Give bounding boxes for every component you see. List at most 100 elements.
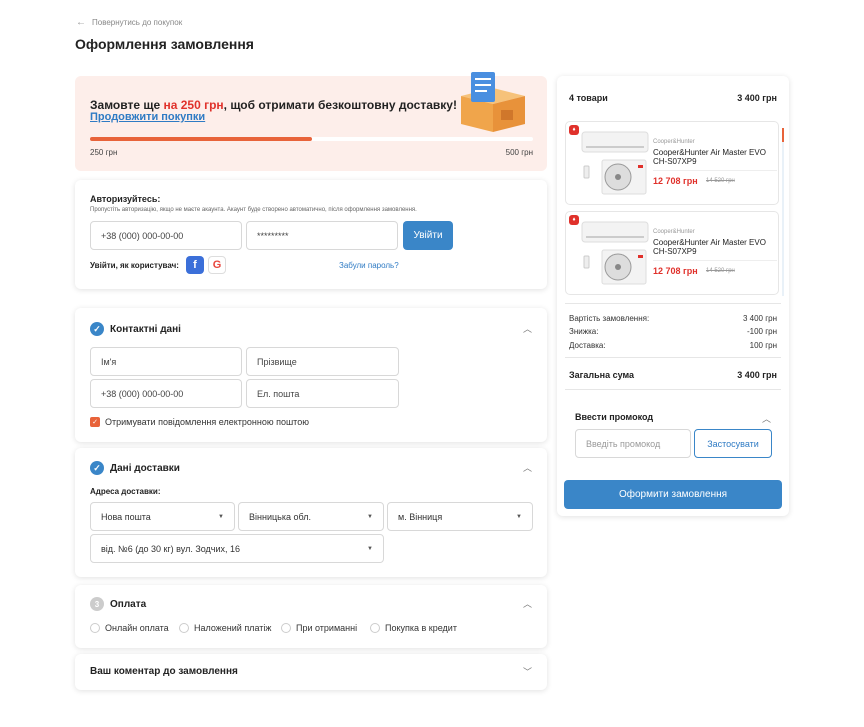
product-brand: Cooper&Hunter — [653, 229, 695, 235]
delivery-progress-bar — [90, 137, 533, 141]
promo-title: Ввести промокод — [575, 412, 654, 422]
phone-input[interactable]: +38 (000) 000-00-00 — [90, 221, 242, 250]
back-label: Повернутись до покупок — [92, 18, 183, 27]
payment-option-label: Наложений платіж — [194, 623, 272, 633]
payment-option-credit[interactable]: Покупка в кредит — [370, 623, 457, 633]
contacts-header[interactable]: ✓ Контактні дані — [90, 322, 181, 336]
progress-fill — [90, 137, 312, 141]
air-conditioner-image — [581, 131, 649, 195]
order-summary: 4 товари 3 400 грн ♦ Cooper&Hunter Coope… — [557, 76, 789, 516]
divider — [565, 357, 781, 358]
radio-icon — [281, 623, 291, 633]
payment-section: 3 Оплата ︿ Онлайн оплата Наложений платі… — [75, 585, 547, 648]
city-value: м. Вінниця — [398, 511, 443, 522]
msg-prefix: Замовте ще — [90, 98, 164, 112]
carrier-select[interactable]: Нова пошта ▼ — [90, 502, 235, 531]
back-to-shopping-link[interactable]: ← Повернутись до покупок — [76, 17, 182, 28]
payment-header[interactable]: 3 Оплата — [90, 597, 146, 611]
dropdown-arrow-icon: ▼ — [218, 513, 224, 520]
city-select[interactable]: м. Вінниця ▼ — [387, 502, 533, 531]
product-name[interactable]: Cooper&Hunter Air Master EVO CH-S07XP9 — [653, 148, 775, 166]
order-cost-value: 3 400 грн — [742, 314, 777, 323]
auth-subtitle: Пропустіть авторизацію, якщо не маєте ак… — [90, 207, 417, 213]
product-card[interactable]: ♦ Cooper&Hunter Cooper&Hunter Air Master… — [565, 121, 779, 205]
product-name[interactable]: Cooper&Hunter Air Master EVO CH-S07XP9 — [653, 238, 775, 256]
products-scrollbar[interactable] — [782, 128, 784, 296]
region-select[interactable]: Вінницька обл. ▼ — [238, 502, 384, 531]
shipping-label: Доставка: — [569, 341, 606, 350]
facebook-icon[interactable]: f — [186, 256, 204, 274]
comment-section[interactable]: Ваш коментар до замовлення ﹀ — [75, 654, 547, 690]
google-icon[interactable]: G — [208, 256, 226, 274]
payment-option-label: Покупка в кредит — [385, 623, 457, 633]
scrollbar-thumb[interactable] — [782, 128, 784, 142]
radio-icon — [90, 623, 100, 633]
last-name-field[interactable]: Прізвище — [246, 347, 399, 376]
page-title: Оформлення замовлення — [75, 36, 254, 52]
contacts-section: ✓ Контактні дані ︿ Ім'я Прізвище +38 (00… — [75, 308, 547, 442]
newsletter-checkbox[interactable]: ✓ Отримувати повідомлення електронною по… — [90, 417, 309, 427]
checkbox-checked-icon: ✓ — [90, 417, 100, 427]
region-value: Вінницька обл. — [249, 511, 311, 522]
discount-value: -100 грн — [746, 327, 777, 336]
delivery-section: ✓ Дані доставки ︿ Адреса доставки: Нова … — [75, 448, 547, 577]
arrow-left-icon: ← — [76, 17, 86, 28]
radio-icon — [370, 623, 380, 633]
first-name-field[interactable]: Ім'я — [90, 347, 242, 376]
items-count: 4 товари — [569, 93, 608, 103]
login-as-label: Увійти, як користувач: — [90, 261, 179, 270]
items-total: 3 400 грн — [737, 93, 777, 103]
product-price: 12 708 грн — [653, 176, 698, 186]
payment-option-on-receipt[interactable]: При отриманні — [281, 623, 357, 633]
dropdown-arrow-icon: ▼ — [367, 545, 373, 552]
comment-title: Ваш коментар до замовлення — [90, 666, 238, 677]
product-brand: Cooper&Hunter — [653, 139, 695, 145]
chevron-up-icon[interactable]: ︿ — [523, 322, 532, 335]
payment-option-online[interactable]: Онлайн оплата — [90, 623, 169, 633]
grand-total-label: Загальна сума — [569, 370, 635, 380]
address-label: Адреса доставки: — [90, 487, 161, 496]
payment-option-label: При отриманні — [296, 623, 358, 633]
check-circle-icon: ✓ — [90, 322, 104, 336]
gift-icon: ♦ — [569, 125, 579, 135]
order-cost-row: Вартість замовлення: 3 400 грн — [569, 314, 777, 323]
chevron-up-icon[interactable]: ︿ — [523, 461, 532, 474]
delivery-title: Дані доставки — [110, 462, 180, 474]
carrier-value: Нова пошта — [101, 511, 151, 522]
continue-shopping-link[interactable]: Продовжити покупки — [90, 111, 205, 123]
chevron-up-icon[interactable]: ︿ — [762, 412, 771, 425]
auth-card: Авторизуйтесь: Пропустіть авторизацію, я… — [75, 180, 547, 289]
place-order-button[interactable]: Оформити замовлення — [564, 480, 782, 509]
grand-total-value: 3 400 грн — [737, 370, 777, 380]
newsletter-label: Отримувати повідомлення електронною пошт… — [105, 417, 309, 427]
apply-promo-button[interactable]: Застосувати — [694, 429, 772, 458]
branch-value: від. №6 (до 30 кг) вул. Зодчих, 16 — [101, 543, 241, 554]
free-delivery-message: Замовте ще на 250 грн, щоб отримати безк… — [90, 98, 457, 112]
discount-row: Знижка: -100 грн — [569, 327, 777, 336]
step-number-badge: 3 — [90, 597, 104, 611]
chevron-up-icon[interactable]: ︿ — [523, 597, 532, 610]
email-field[interactable]: Ел. пошта — [246, 379, 399, 408]
shipping-row: Доставка: 100 грн — [569, 341, 777, 350]
forgot-password-link[interactable]: Забули пароль? — [339, 261, 399, 270]
delivery-header[interactable]: ✓ Дані доставки — [90, 461, 180, 475]
free-delivery-banner: Замовте ще на 250 грн, щоб отримати безк… — [75, 72, 547, 171]
divider — [565, 389, 781, 390]
product-card[interactable]: ♦ Cooper&Hunter Cooper&Hunter Air Master… — [565, 211, 779, 295]
divider — [653, 260, 777, 261]
chevron-down-icon[interactable]: ﹀ — [523, 665, 532, 678]
password-input[interactable]: ********* — [246, 221, 398, 250]
payment-title: Оплата — [110, 598, 147, 610]
branch-select[interactable]: від. №6 (до 30 кг) вул. Зодчих, 16 ▼ — [90, 534, 384, 563]
contact-phone-field[interactable]: +38 (000) 000-00-00 — [90, 379, 242, 408]
order-cost-label: Вартість замовлення: — [569, 314, 650, 323]
grand-total-row: Загальна сума 3 400 грн — [569, 370, 777, 380]
air-conditioner-image — [581, 221, 649, 285]
divider — [565, 303, 781, 304]
login-button[interactable]: Увійти — [403, 221, 453, 250]
auth-title: Авторизуйтесь: — [90, 194, 161, 204]
progress-min-label: 250 грн — [90, 148, 118, 157]
payment-option-cod[interactable]: Наложений платіж — [179, 623, 271, 633]
promo-code-input[interactable]: Введіть промокод — [575, 429, 691, 458]
dropdown-arrow-icon: ▼ — [516, 513, 522, 520]
